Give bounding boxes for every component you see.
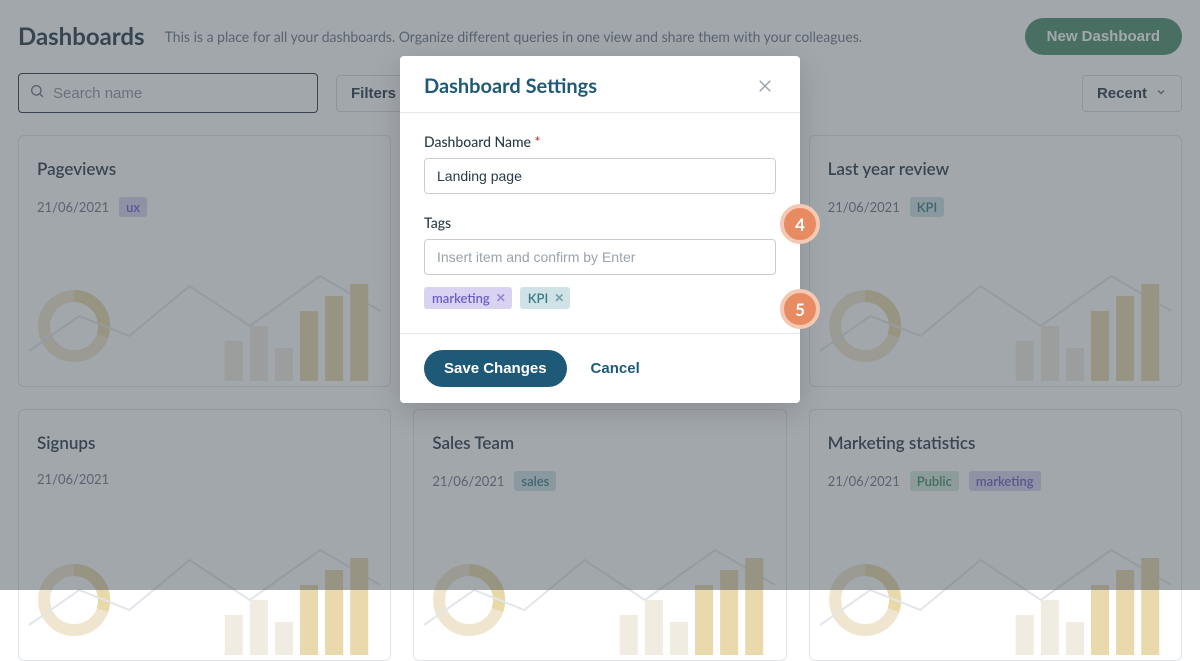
tag-chip-label: KPI [528, 290, 548, 306]
tag-chip-label: marketing [432, 290, 490, 306]
close-icon[interactable] [754, 75, 776, 97]
annotation-marker: 5 [780, 289, 820, 329]
annotation-marker: 4 [780, 204, 820, 244]
cancel-button[interactable]: Cancel [591, 360, 640, 377]
modal-overlay: Dashboard Settings Dashboard Name * Tags… [0, 0, 1200, 590]
remove-tag-icon[interactable]: ✕ [554, 292, 564, 304]
modal-title: Dashboard Settings [424, 74, 597, 98]
save-button[interactable]: Save Changes [424, 350, 567, 387]
dashboard-name-input[interactable] [424, 158, 776, 194]
dashboard-settings-modal: Dashboard Settings Dashboard Name * Tags… [400, 56, 800, 403]
tag-chip: KPI ✕ [520, 287, 571, 309]
dashboard-name-label: Dashboard Name * [424, 133, 776, 150]
tag-chip: marketing ✕ [424, 287, 512, 309]
tags-input[interactable] [424, 239, 776, 275]
tags-label: Tags [424, 214, 776, 231]
remove-tag-icon[interactable]: ✕ [496, 292, 506, 304]
